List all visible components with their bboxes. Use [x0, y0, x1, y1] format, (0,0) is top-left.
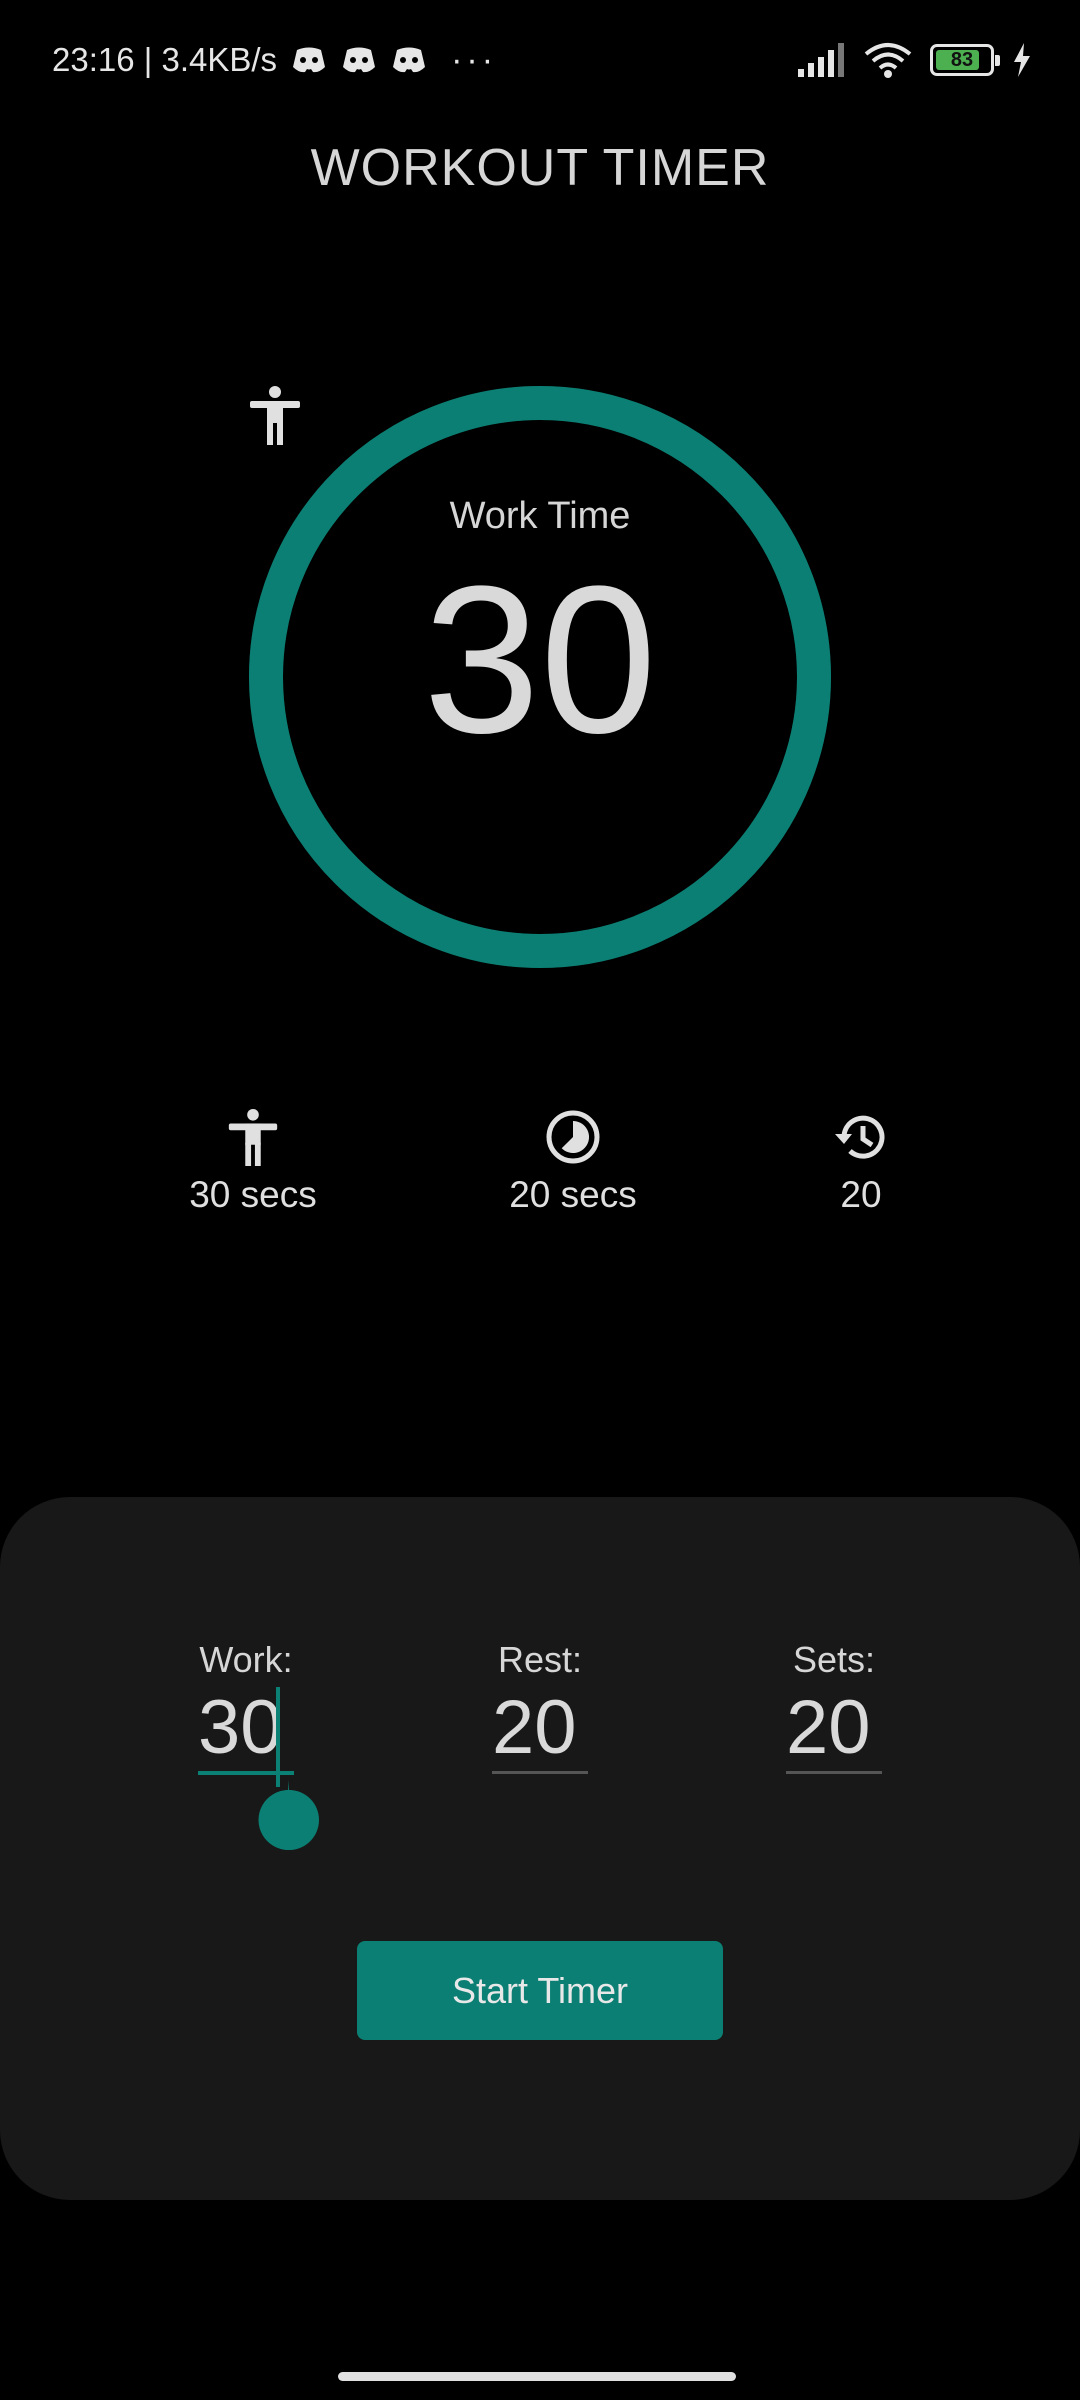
discord-icon [293, 47, 326, 73]
battery-level: 83 [950, 48, 974, 71]
stats-row: 30 secs 20 secs 20 [0, 1108, 1080, 1228]
stat-sets: 20 [741, 1108, 981, 1216]
battery-icon: 83 [930, 44, 1000, 76]
rest-field: Rest: 20 [480, 1639, 600, 1774]
app-screen: 23:16 | 3.4KB/s ··· 83 WORKOUT TIMER Wor… [0, 0, 1080, 2400]
page-title: WORKOUT TIMER [310, 139, 770, 197]
ring-label: Work Time [449, 495, 631, 537]
wifi-icon [864, 43, 912, 78]
timer-ring: Work Time 30 [248, 385, 832, 969]
history-icon [835, 1115, 885, 1159]
work-label: Work: [199, 1639, 293, 1680]
settings-panel: Work: 30 Rest: 20 Sets: 20 Start Timer [0, 1497, 1080, 2200]
rest-label: Rest: [497, 1639, 583, 1680]
work-field: Work: 30 [186, 1639, 306, 1787]
text-cursor [276, 1687, 280, 1787]
charging-bolt-icon [1014, 43, 1030, 77]
person-icon [228, 1108, 278, 1166]
stat-work-value: 30 secs [189, 1174, 317, 1215]
more-notifications-icon: ··· [451, 40, 498, 79]
timelapse-icon [546, 1110, 600, 1164]
discord-icon [393, 47, 426, 73]
signal-icon [798, 43, 844, 77]
person-icon [250, 386, 300, 445]
sets-input[interactable]: 20 [786, 1685, 882, 1774]
rest-input[interactable]: 20 [492, 1685, 588, 1774]
start-timer-button[interactable]: Start Timer [357, 1941, 723, 2040]
status-left: 23:16 | 3.4KB/s ··· [52, 41, 497, 80]
status-time-speed: 23:16 | 3.4KB/s [52, 41, 278, 78]
stat-rest-value: 20 secs [509, 1174, 637, 1215]
text-cursor-handle[interactable] [258, 1780, 320, 1850]
stat-sets-value: 20 [840, 1174, 882, 1215]
sets-field: Sets: 20 [774, 1639, 894, 1774]
discord-icon [343, 47, 376, 73]
stat-rest: 20 secs [453, 1108, 693, 1216]
status-right: 83 [796, 42, 1032, 78]
home-indicator[interactable] [338, 2372, 736, 2381]
stat-work: 30 secs [133, 1108, 373, 1216]
status-bar: 23:16 | 3.4KB/s ··· 83 [0, 0, 1080, 120]
sets-label: Sets: [792, 1639, 876, 1680]
ring-countdown-value: 30 [423, 542, 657, 777]
